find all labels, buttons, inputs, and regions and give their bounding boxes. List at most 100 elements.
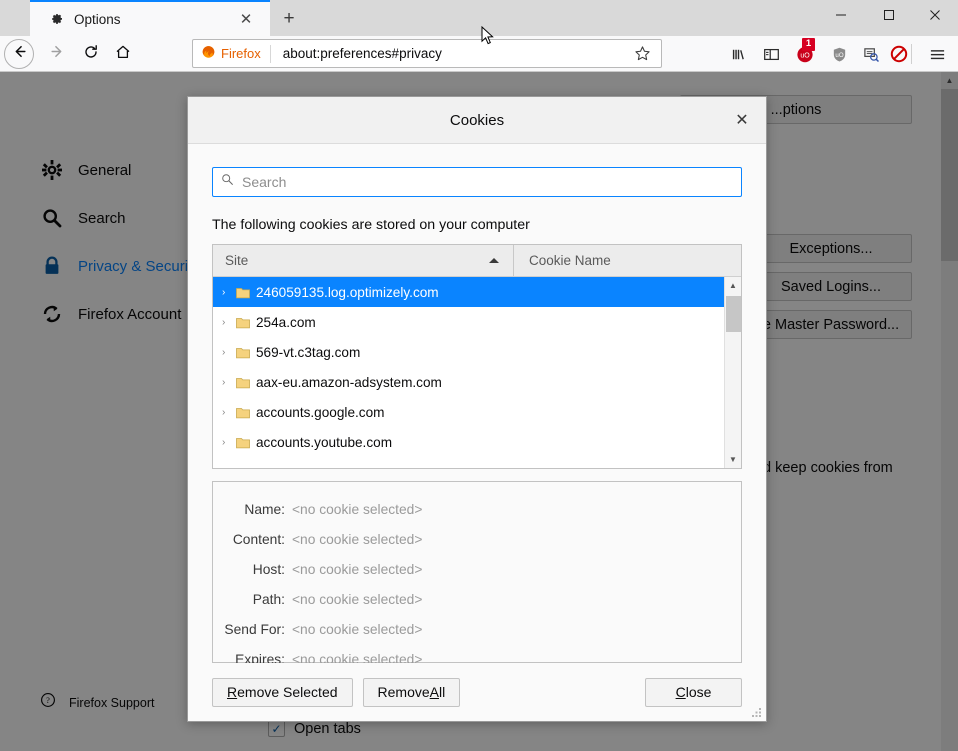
- reload-button[interactable]: [76, 39, 106, 69]
- forward-arrow-icon: [49, 43, 66, 65]
- window-maximize-button[interactable]: [866, 0, 912, 30]
- dialog-body: Search The following cookies are stored …: [188, 144, 766, 667]
- detail-label: Host:: [252, 561, 285, 577]
- window-titlebar: Options ✕ +: [0, 0, 958, 36]
- back-arrow-icon: [11, 43, 28, 65]
- window-minimize-button[interactable]: [818, 0, 864, 30]
- cookie-list-scrollbar[interactable]: ▲ ▼: [724, 277, 741, 468]
- column-header-site[interactable]: Site: [213, 245, 513, 276]
- folder-icon: [236, 406, 250, 419]
- row-site: 569-vt.c3tag.com: [256, 344, 361, 360]
- detail-label: Content:: [232, 531, 285, 547]
- accesskey-letter: C: [675, 684, 686, 700]
- button-label: Remove: [377, 684, 430, 700]
- tab-title: Options: [74, 11, 121, 27]
- browser-tab-options[interactable]: Options ✕: [30, 0, 270, 36]
- chevron-right-icon[interactable]: ›: [222, 407, 236, 418]
- close-button[interactable]: Close: [645, 677, 742, 707]
- table-row[interactable]: › 246059135.log.optimizely.com: [213, 277, 741, 307]
- chevron-right-icon[interactable]: ›: [222, 437, 236, 448]
- sort-ascending-icon: [489, 258, 499, 263]
- button-label: lose: [685, 684, 712, 700]
- detail-row-host: Host: <no cookie selected>: [213, 554, 741, 584]
- cookies-dialog: Cookies ✕ Search The following cookies a…: [187, 96, 767, 722]
- new-tab-button[interactable]: +: [272, 4, 306, 34]
- url-text[interactable]: about:preferences#privacy: [271, 46, 629, 61]
- ublock-origin-icon[interactable]: uO 1: [790, 38, 820, 69]
- back-button[interactable]: [4, 39, 34, 69]
- detail-row-path: Path: <no cookie selected>: [213, 584, 741, 614]
- hamburger-menu-icon[interactable]: [922, 39, 952, 69]
- dialog-title: Cookies: [449, 111, 505, 129]
- button-label: emove Selected: [237, 684, 338, 700]
- table-row[interactable]: › aax-eu.amazon-adsystem.com: [213, 367, 741, 397]
- column-header-cookie-name[interactable]: Cookie Name: [513, 245, 741, 276]
- close-icon[interactable]: ✕: [728, 106, 756, 134]
- dialog-titlebar: Cookies ✕: [188, 97, 766, 144]
- search-input[interactable]: Search: [212, 167, 742, 197]
- remove-all-button[interactable]: Remove All: [362, 677, 461, 707]
- gear-icon: [48, 11, 64, 27]
- cookie-rows: › 246059135.log.optimizely.com › 254a.co…: [213, 277, 741, 468]
- library-icon[interactable]: [724, 39, 754, 69]
- tab-close-icon[interactable]: ✕: [234, 7, 258, 31]
- detail-value: <no cookie selected>: [292, 561, 423, 577]
- screenshot-icon[interactable]: [856, 39, 886, 69]
- reload-icon: [83, 44, 99, 65]
- detail-row-content: Content: <no cookie selected>: [213, 524, 741, 554]
- scroll-up-icon[interactable]: ▲: [725, 277, 741, 294]
- blocker-icon[interactable]: [884, 39, 914, 69]
- detail-value: <no cookie selected>: [292, 591, 423, 607]
- table-row-partial[interactable]: [213, 457, 741, 468]
- remove-selected-button[interactable]: Remove Selected: [212, 677, 353, 707]
- svg-text:uO: uO: [835, 51, 843, 58]
- row-site: accounts.google.com: [256, 404, 385, 420]
- table-row[interactable]: › 254a.com: [213, 307, 741, 337]
- accesskey-letter: A: [429, 684, 440, 700]
- toolbar-divider: [911, 44, 912, 64]
- table-row[interactable]: › 569-vt.c3tag.com: [213, 337, 741, 367]
- search-placeholder: Search: [242, 174, 287, 190]
- row-site: 254a.com: [256, 314, 316, 330]
- home-button[interactable]: [108, 39, 138, 69]
- shield-icon[interactable]: uO: [824, 39, 854, 69]
- scroll-down-icon[interactable]: ▼: [725, 451, 741, 468]
- folder-icon: [236, 376, 250, 389]
- detail-label: Send For:: [224, 621, 285, 637]
- folder-icon: [236, 436, 250, 449]
- folder-icon: [236, 466, 250, 468]
- chevron-right-icon[interactable]: ›: [222, 287, 236, 298]
- identity-label: Firefox: [221, 46, 261, 61]
- dialog-footer: Remove Selected Remove All Close: [188, 663, 766, 721]
- chevron-right-icon[interactable]: ›: [222, 317, 236, 328]
- table-row[interactable]: › accounts.youtube.com: [213, 427, 741, 457]
- folder-icon: [236, 316, 250, 329]
- folder-icon: [236, 286, 250, 299]
- svg-text:uO: uO: [800, 52, 810, 59]
- firefox-logo-icon: [201, 44, 216, 64]
- detail-label: Name:: [244, 501, 285, 517]
- chevron-right-icon[interactable]: ›: [222, 347, 236, 358]
- identity-box[interactable]: Firefox: [193, 40, 270, 67]
- column-label: Site: [225, 253, 249, 268]
- forward-button[interactable]: [42, 39, 72, 69]
- detail-value: <no cookie selected>: [292, 501, 423, 517]
- sidebars-icon[interactable]: [756, 39, 786, 69]
- bookmark-star-icon[interactable]: [629, 45, 655, 62]
- dialog-description: The following cookies are stored on your…: [212, 217, 530, 233]
- window-close-button[interactable]: [912, 0, 958, 30]
- search-icon: [221, 173, 234, 191]
- cookie-list-header: Site Cookie Name: [213, 245, 741, 277]
- detail-row-name: Name: <no cookie selected>: [213, 494, 741, 524]
- button-label: ll: [439, 684, 446, 700]
- table-row[interactable]: › accounts.google.com: [213, 397, 741, 427]
- detail-value: <no cookie selected>: [292, 531, 423, 547]
- detail-row-send-for: Send For: <no cookie selected>: [213, 614, 741, 644]
- ublock-badge-count: 1: [802, 38, 815, 51]
- mouse-cursor: [481, 25, 495, 51]
- detail-label: Path:: [252, 591, 285, 607]
- url-bar[interactable]: Firefox about:preferences#privacy: [192, 39, 662, 68]
- chevron-right-icon[interactable]: ›: [222, 377, 236, 388]
- resize-grip-icon[interactable]: [751, 706, 763, 718]
- cookie-list-scrollbar-thumb[interactable]: [726, 296, 741, 332]
